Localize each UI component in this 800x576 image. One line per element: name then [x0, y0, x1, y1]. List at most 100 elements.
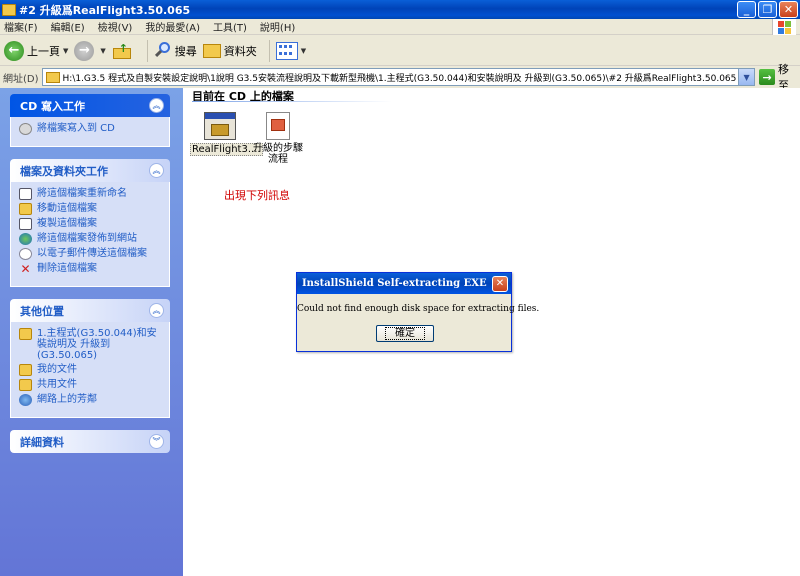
toolbar-separator — [146, 39, 148, 62]
cd-tasks-header[interactable]: CD 寫入工作 ︽ — [10, 94, 170, 117]
dialog-message: Could not find enough disk space for ext… — [297, 304, 540, 314]
details-title: 詳細資料 — [20, 435, 64, 449]
window-title-bar[interactable]: #2 升級爲RealFlight3.50.065 _ ❐ ✕ — [0, 0, 800, 19]
place-shared-documents[interactable]: 共用文件 — [19, 379, 161, 391]
menu-file[interactable]: 檔案(F) — [4, 19, 38, 34]
file-tasks-title: 檔案及資料夾工作 — [20, 164, 108, 178]
collapse-icon[interactable]: ︽ — [149, 303, 164, 318]
place-parent-folder[interactable]: 1.主程式(G3.50.044)和安裝說明及 升級到(G3.50.065) — [19, 328, 161, 361]
task-label: 複製這個檔案 — [37, 218, 97, 229]
address-path[interactable]: H:\1.G3.5 程式及自製安裝設定說明\1說明 G3.5安裝流程說明及下載新… — [63, 71, 739, 84]
address-dropdown-icon[interactable]: ▼ — [738, 69, 755, 85]
minimize-button[interactable]: _ — [737, 1, 756, 18]
windows-logo-icon — [772, 19, 796, 35]
task-label: 移動這個檔案 — [37, 203, 97, 214]
file-item[interactable]: 升級的步驟流程 — [248, 112, 308, 165]
address-bar: 網址(D) H:\1.G3.5 程式及自製安裝設定說明\1說明 G3.5安裝流程… — [0, 63, 800, 92]
cd-tasks-title: CD 寫入工作 — [20, 99, 86, 113]
file-tasks-header[interactable]: 檔案及資料夾工作 ︽ — [10, 159, 170, 182]
close-button[interactable]: ✕ — [779, 1, 798, 18]
back-label: 上一頁 — [27, 44, 60, 58]
place-my-documents[interactable]: 我的文件 — [19, 364, 161, 376]
place-network[interactable]: 網路上的芳鄰 — [19, 394, 161, 406]
search-icon — [154, 41, 172, 60]
folder-icon — [19, 328, 32, 340]
chevron-down-icon[interactable]: ▼ — [100, 47, 105, 55]
task-rename[interactable]: 將這個檔案重新命名 — [19, 188, 161, 200]
task-copy[interactable]: 複製這個檔案 — [19, 218, 161, 230]
views-icon — [275, 41, 298, 60]
task-publish[interactable]: 將這個檔案發佈到網站 — [19, 233, 161, 245]
task-label: 將這個檔案重新命名 — [37, 188, 127, 199]
collapse-icon[interactable]: ︽ — [149, 163, 164, 178]
dialog-title: InstallShield Self-extracting EXE — [302, 278, 487, 289]
go-arrow-icon: → — [759, 69, 776, 85]
details-panel: 詳細資料 ︾ — [10, 430, 170, 453]
address-input[interactable]: H:\1.G3.5 程式及自製安裝設定說明\1說明 G3.5安裝流程說明及下載新… — [41, 68, 756, 86]
menu-view[interactable]: 檢視(V) — [98, 19, 133, 34]
task-email[interactable]: 以電子郵件傳送這個檔案 — [19, 248, 161, 260]
chevron-down-icon[interactable]: ▼ — [301, 47, 306, 55]
section-divider — [192, 101, 392, 102]
menu-bar: 檔案(F) 編輯(E) 檢視(V) 我的最愛(A) 工具(T) 說明(H) — [0, 19, 800, 35]
collapse-icon[interactable]: ︽ — [149, 98, 164, 113]
installer-exe-icon — [204, 112, 236, 140]
place-label: 我的文件 — [37, 364, 77, 375]
expand-icon[interactable]: ︾ — [149, 434, 164, 449]
publish-web-icon — [19, 233, 32, 245]
folders-icon — [202, 43, 221, 58]
folder-icon — [45, 71, 60, 83]
place-label: 1.主程式(G3.50.044)和安裝說明及 升級到(G3.50.065) — [37, 328, 157, 361]
move-icon — [19, 203, 32, 215]
task-write-to-cd[interactable]: 將檔案寫入到 CD — [19, 123, 161, 135]
file-tasks-panel: 檔案及資料夾工作 ︽ 將這個檔案重新命名 移動這個檔案 複製這個檔案 將這個檔案… — [10, 159, 170, 287]
file-tasks-body: 將這個檔案重新命名 移動這個檔案 複製這個檔案 將這個檔案發佈到網站 以電子郵件… — [10, 182, 170, 287]
dialog-close-button[interactable]: ✕ — [492, 275, 508, 292]
error-dialog: InstallShield Self-extracting EXE ✕ Coul… — [296, 272, 540, 352]
toolbar-separator — [268, 39, 270, 62]
maximize-button[interactable]: ❐ — [758, 1, 777, 18]
views-button[interactable]: ▼ — [275, 41, 306, 60]
document-icon — [266, 112, 290, 140]
task-label: 以電子郵件傳送這個檔案 — [37, 248, 147, 259]
place-label: 共用文件 — [37, 379, 77, 390]
task-label: 將檔案寫入到 CD — [37, 123, 115, 134]
other-places-panel: 其他位置 ︽ 1.主程式(G3.50.044)和安裝說明及 升級到(G3.50.… — [10, 299, 170, 418]
menu-edit[interactable]: 編輯(E) — [51, 19, 85, 34]
task-move[interactable]: 移動這個檔案 — [19, 203, 161, 215]
search-label: 搜尋 — [174, 44, 197, 58]
chevron-down-icon[interactable]: ▼ — [63, 47, 68, 55]
up-folder-button[interactable]: ↑ — [112, 42, 135, 60]
other-places-title: 其他位置 — [20, 304, 64, 318]
back-arrow-icon: ← — [4, 40, 24, 61]
cd-burn-icon — [19, 123, 32, 135]
window-title: #2 升級爲RealFlight3.50.065 — [19, 3, 191, 17]
cd-tasks-panel: CD 寫入工作 ︽ 將檔案寫入到 CD — [10, 94, 170, 147]
dialog-title-bar[interactable]: InstallShield Self-extracting EXE ✕ — [297, 273, 511, 294]
network-icon — [19, 394, 32, 406]
task-pane: CD 寫入工作 ︽ 將檔案寫入到 CD 檔案及資料夾工作 ︽ 將這個檔案重新命名… — [0, 88, 183, 576]
email-icon — [19, 248, 32, 260]
folders-label: 資料夾 — [223, 44, 257, 58]
task-delete[interactable]: ✕ 刪除這個檔案 — [19, 263, 161, 275]
address-label: 網址(D) — [3, 73, 39, 85]
forward-arrow-icon: → — [74, 40, 95, 61]
copy-icon — [19, 218, 32, 230]
ok-button[interactable]: 確定 — [376, 325, 434, 342]
menu-help[interactable]: 說明(H) — [260, 19, 295, 34]
note-text: 出現下列訊息 — [224, 189, 290, 202]
forward-button[interactable]: → ▼ — [74, 40, 106, 61]
search-button[interactable]: 搜尋 — [154, 41, 197, 60]
menu-favorites[interactable]: 我的最愛(A) — [145, 19, 200, 34]
folders-button[interactable]: 資料夾 — [202, 43, 257, 59]
menu-tools[interactable]: 工具(T) — [213, 19, 247, 34]
details-header[interactable]: 詳細資料 ︾ — [10, 430, 170, 453]
up-folder-icon: ↑ — [112, 42, 132, 60]
rename-icon — [19, 188, 32, 200]
file-item[interactable]: RealFlight3.... — [190, 112, 263, 156]
task-label: 將這個檔案發佈到網站 — [37, 233, 137, 244]
my-documents-icon — [19, 364, 32, 376]
task-label: 刪除這個檔案 — [37, 263, 97, 274]
back-button[interactable]: ← 上一頁 ▼ — [4, 40, 68, 61]
other-places-header[interactable]: 其他位置 ︽ — [10, 299, 170, 322]
